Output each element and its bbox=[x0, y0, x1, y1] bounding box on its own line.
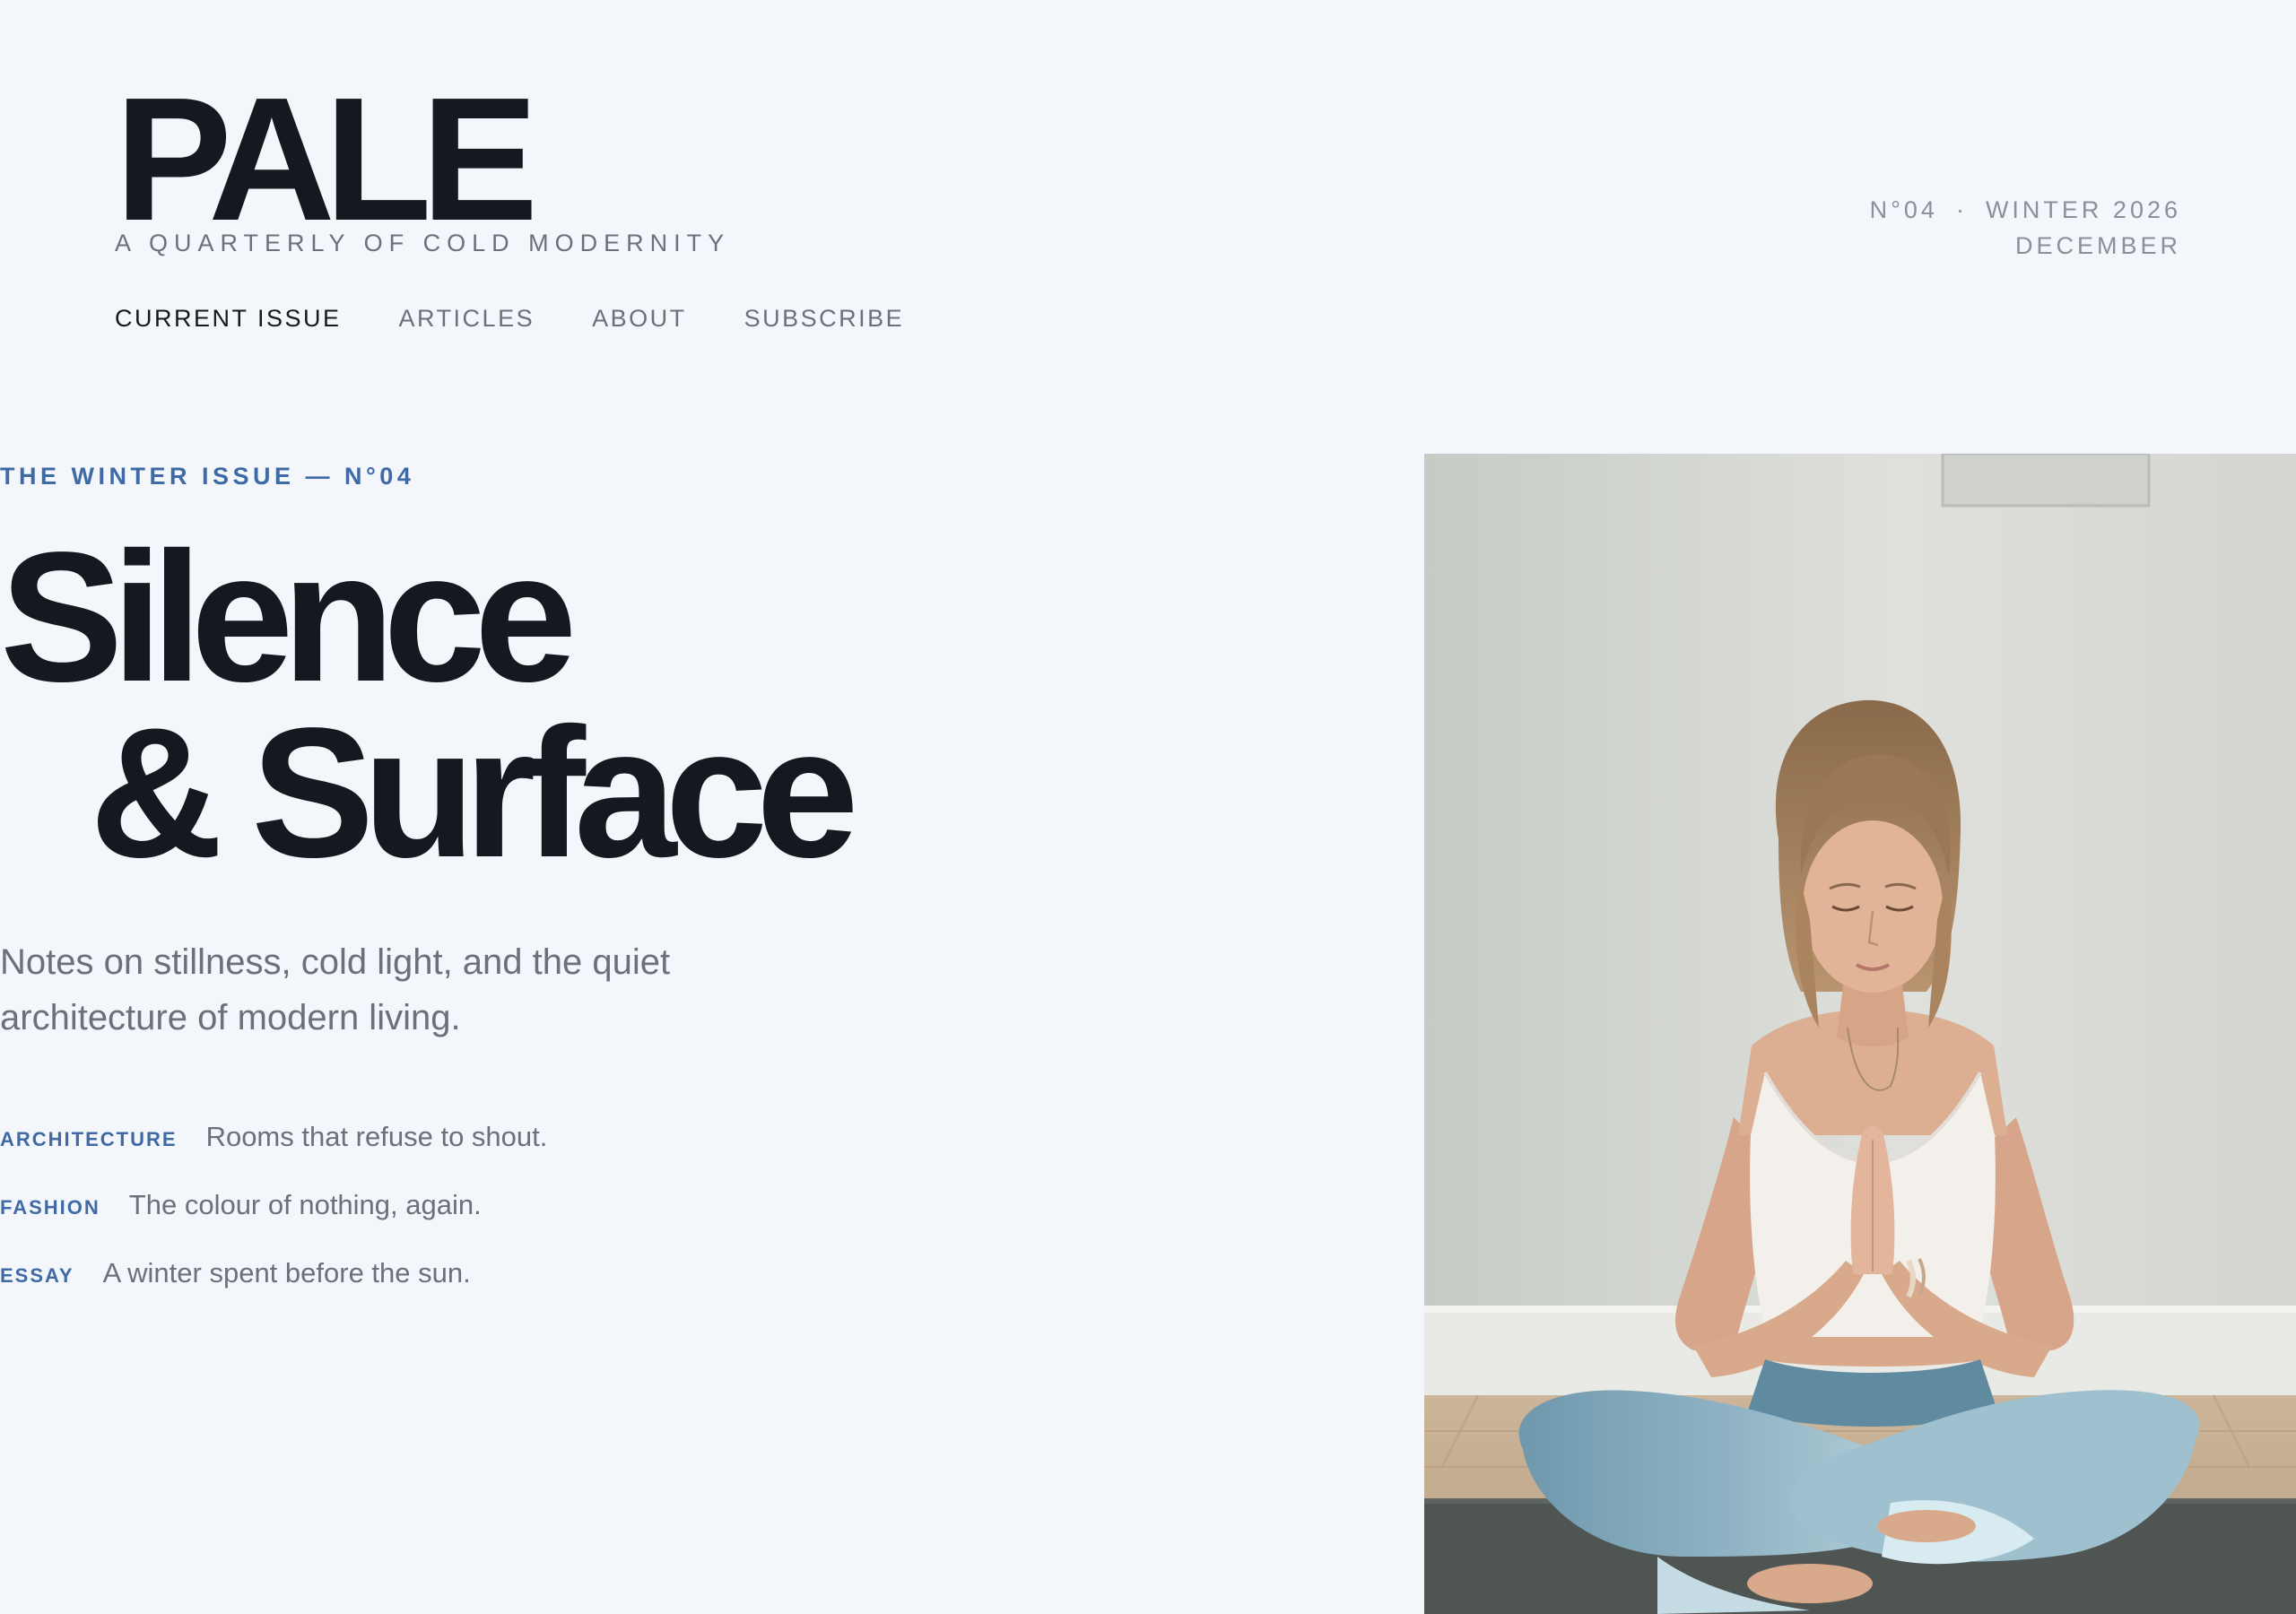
issue-number: N°04 bbox=[1869, 196, 1938, 223]
magazine-page: PALE A QUARTERLY OF COLD MODERNITY N°04 ·… bbox=[0, 0, 2296, 1614]
contents-item[interactable]: ARCHITECTURE Rooms that refuse to shout. bbox=[0, 1121, 547, 1189]
meta-separator: · bbox=[1955, 196, 1968, 223]
contents-category: FASHION bbox=[0, 1196, 100, 1219]
issue-month: DECEMBER bbox=[2014, 232, 2181, 259]
nav-subscribe[interactable]: SUBSCRIBE bbox=[744, 305, 905, 333]
issue-contents: ARCHITECTURE Rooms that refuse to shout.… bbox=[0, 1121, 547, 1325]
meditation-photo bbox=[1424, 454, 2296, 1614]
issue-season: WINTER 2026 bbox=[1985, 196, 2181, 223]
contents-item[interactable]: ESSAY A winter spent before the sun. bbox=[0, 1257, 547, 1325]
headline-line-2: & Surface bbox=[90, 690, 859, 896]
hero-image bbox=[1424, 454, 2296, 1614]
contents-title: The colour of nothing, again. bbox=[128, 1189, 482, 1220]
nav-articles[interactable]: ARTICLES bbox=[399, 305, 535, 333]
issue-meta: N°04 · WINTER 2026 DECEMBER bbox=[1870, 192, 2181, 264]
hero-headline: Silence & Surface bbox=[0, 525, 859, 896]
contents-title: Rooms that refuse to shout. bbox=[205, 1121, 548, 1152]
nav-about[interactable]: ABOUT bbox=[592, 305, 687, 333]
main-nav: CURRENT ISSUE ARTICLES ABOUT SUBSCRIBE bbox=[115, 305, 904, 333]
nav-current-issue[interactable]: CURRENT ISSUE bbox=[115, 305, 342, 333]
contents-title: A winter spent before the sun. bbox=[102, 1257, 471, 1289]
contents-category: ESSAY bbox=[0, 1264, 74, 1287]
brand-tagline: A QUARTERLY OF COLD MODERNITY bbox=[115, 230, 731, 256]
hero-kicker: THE WINTER ISSUE — N°04 bbox=[0, 463, 415, 490]
contents-item[interactable]: FASHION The colour of nothing, again. bbox=[0, 1189, 547, 1257]
hero-deck: Notes on stillness, cold light, and the … bbox=[0, 942, 671, 1037]
brand-logo[interactable]: PALE bbox=[115, 72, 538, 247]
contents-category: ARCHITECTURE bbox=[0, 1128, 178, 1150]
